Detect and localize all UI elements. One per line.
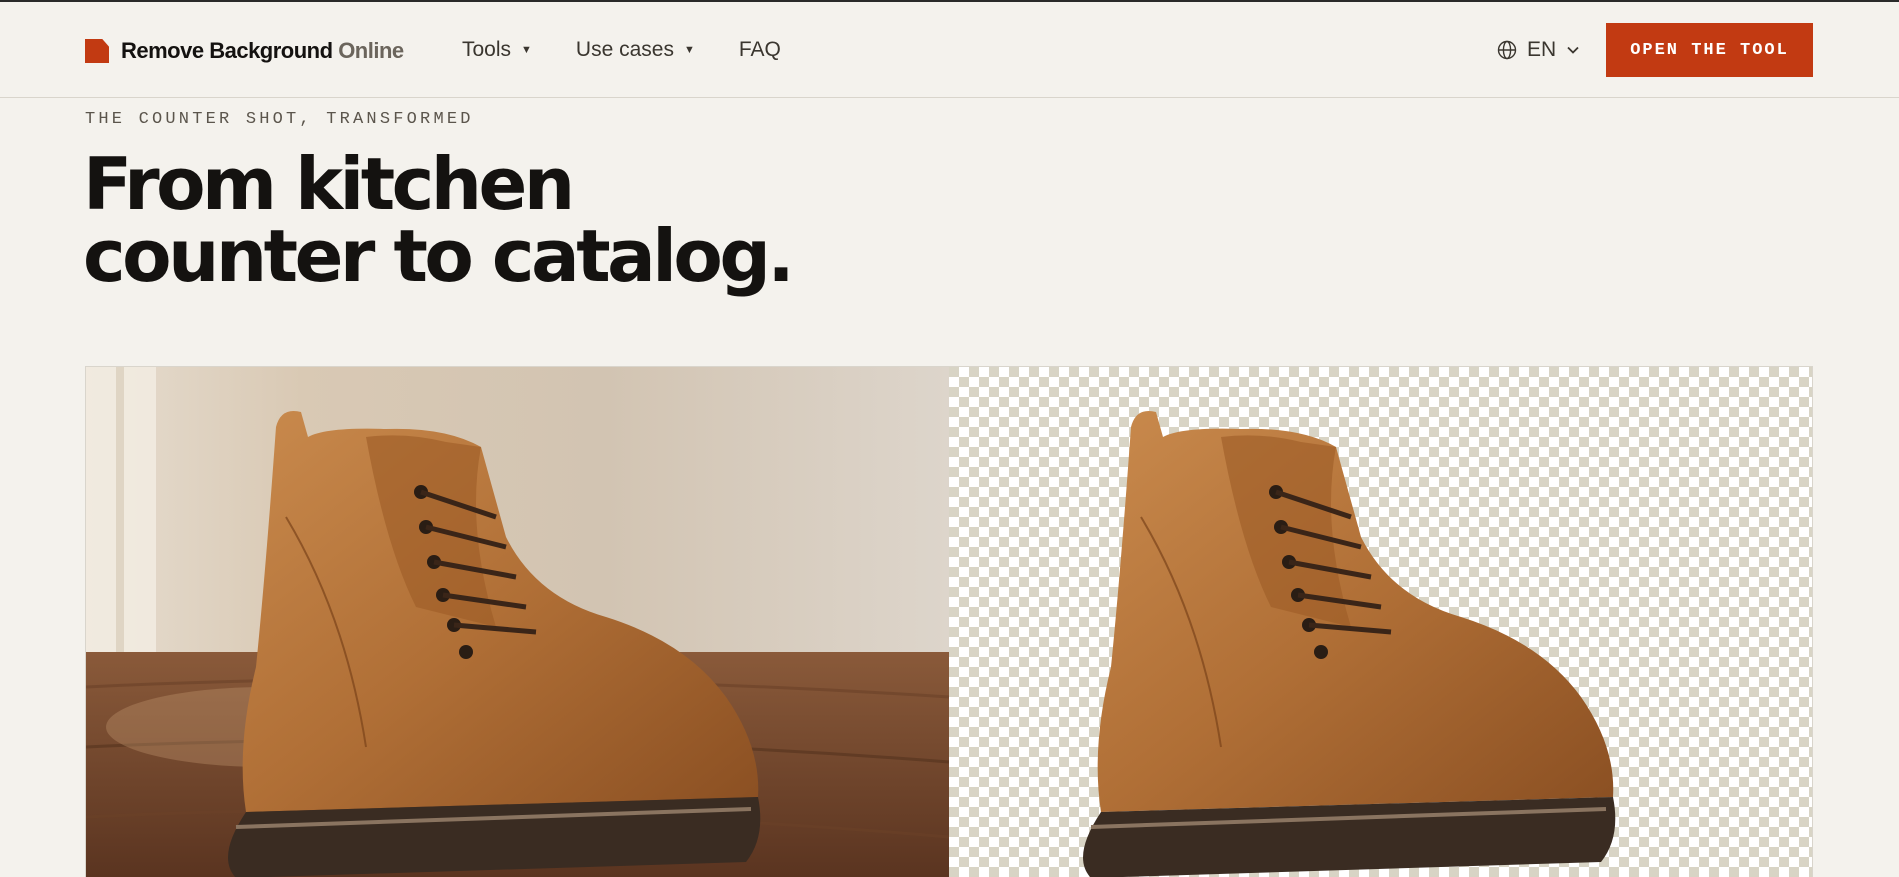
headline-line-1: From kitchen <box>83 142 575 226</box>
open-tool-button[interactable]: OPEN THE TOOL <box>1606 23 1813 77</box>
nav-item-faq[interactable]: FAQ <box>739 38 781 62</box>
language-selector[interactable]: EN <box>1497 38 1580 62</box>
logo-brand: Remove Background <box>121 38 333 63</box>
nav-item-label: Use cases <box>575 38 674 61</box>
caret-down-icon: ▼ <box>683 44 695 56</box>
nav-item-label: FAQ <box>738 38 781 61</box>
nav-item-label: Tools <box>462 38 512 61</box>
headline-line-2: counter to catalog. <box>83 214 795 298</box>
site-header: Remove Background Online Tools ▼ Use cas… <box>0 2 1899 98</box>
hero-headline: From kitchen counter to catalog. <box>83 142 795 298</box>
language-label: EN <box>1527 38 1557 61</box>
nav-item-use-cases[interactable]: Use cases ▼ <box>576 38 695 62</box>
main-nav: Tools ▼ Use cases ▼ FAQ <box>462 38 781 62</box>
globe-icon <box>1497 40 1517 60</box>
after-image <box>949 367 1812 877</box>
nav-item-tools[interactable]: Tools ▼ <box>462 38 532 62</box>
caret-down-icon: ▼ <box>521 44 532 56</box>
logo-suffix: Online <box>338 38 404 63</box>
hero-eyebrow: THE COUNTER SHOT, TRANSFORMED <box>85 110 474 129</box>
site-logo[interactable]: Remove Background Online <box>85 38 404 64</box>
logo-text: Remove Background Online <box>121 38 404 64</box>
before-after-comparison <box>85 366 1813 877</box>
before-image <box>86 367 949 877</box>
chevron-down-icon <box>1567 46 1579 54</box>
logo-mark-icon <box>85 39 109 63</box>
